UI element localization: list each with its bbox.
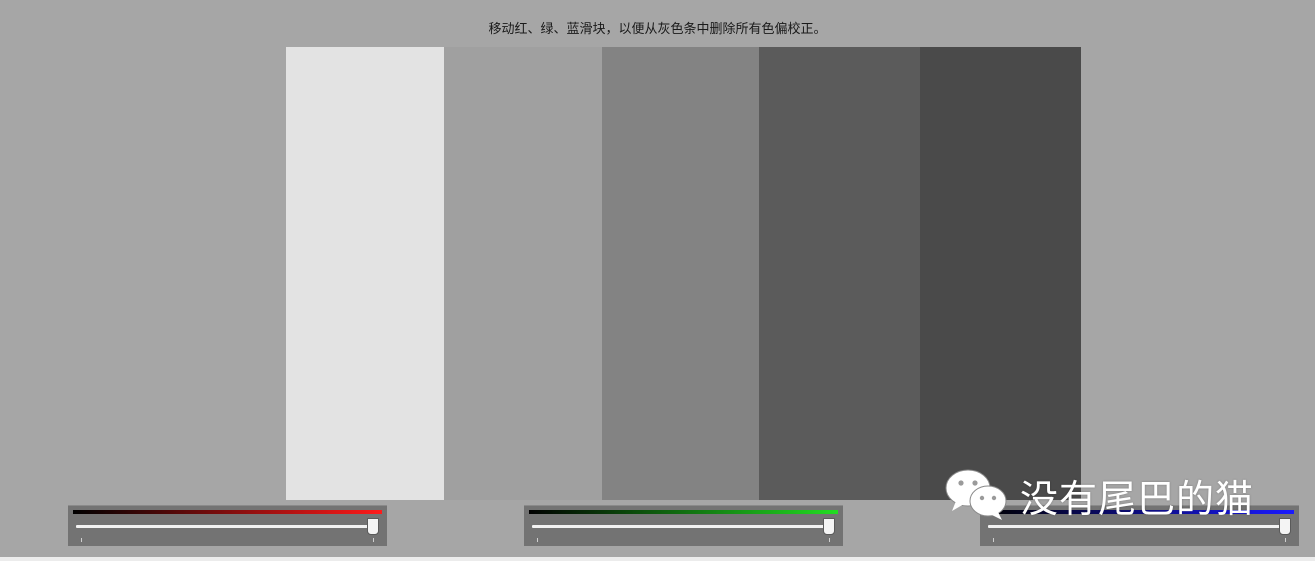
red-slider-track[interactable] [76, 525, 379, 528]
gray-bar-2 [444, 47, 602, 500]
watermark-text: 没有尾巴的猫 [1020, 476, 1255, 521]
green-gradient [529, 510, 838, 514]
instruction-text: 移动红、绿、蓝滑块，以便从灰色条中删除所有色偏校正。 [488, 22, 827, 37]
gray-bar-5 [920, 47, 1081, 500]
red-gradient [73, 510, 382, 514]
red-slider-thumb[interactable] [367, 518, 379, 535]
blue-slider-tick-max [1285, 538, 1286, 542]
blue-slider-track[interactable] [988, 525, 1291, 528]
gray-bar-3 [602, 47, 759, 500]
wechat-icon [944, 465, 1010, 525]
watermark: 没有尾巴的猫 [944, 467, 1254, 523]
blue-slider-thumb[interactable] [1279, 518, 1291, 535]
green-slider-thumb[interactable] [823, 518, 835, 535]
green-slider-track[interactable] [532, 525, 835, 528]
red-slider-tick-min [81, 538, 82, 542]
blue-slider-tick-min [993, 538, 994, 542]
red-slider-tick-max [373, 538, 374, 542]
green-slider-tick-max [829, 538, 830, 542]
gray-bar-1 [286, 47, 444, 500]
green-slider-panel [524, 505, 843, 546]
red-slider-panel [68, 505, 387, 546]
gray-bar-4 [759, 47, 920, 500]
footer-divider [0, 557, 1315, 561]
green-slider-tick-min [537, 538, 538, 542]
gray-bars [286, 47, 1081, 500]
